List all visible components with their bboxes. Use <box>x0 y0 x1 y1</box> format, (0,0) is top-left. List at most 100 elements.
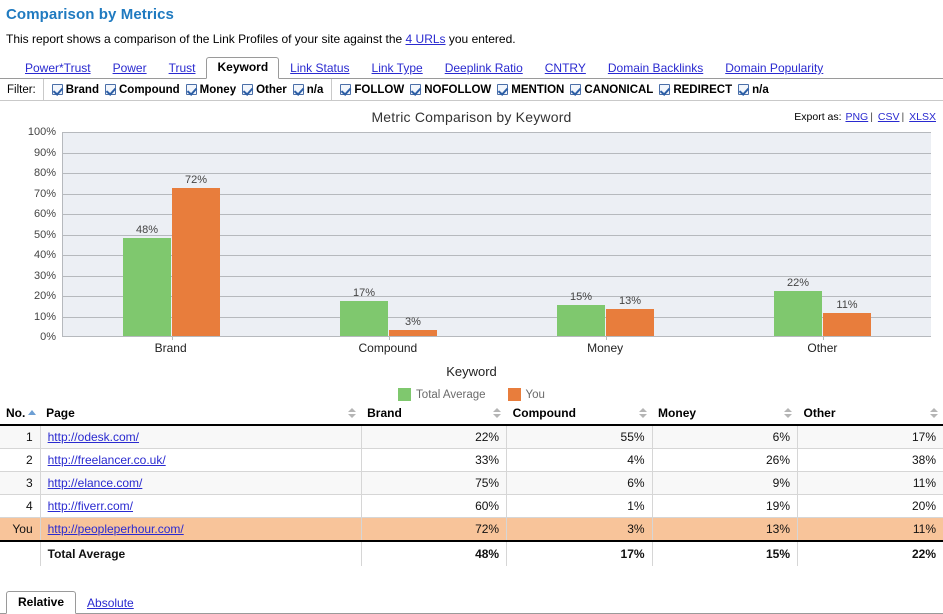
sort-ascending-icon[interactable] <box>28 410 37 415</box>
report-description: This report shows a comparison of the Li… <box>0 23 943 46</box>
checkbox-checked-icon[interactable] <box>497 84 509 95</box>
bar-value-label: 11% <box>836 299 858 312</box>
cell-no: You <box>0 517 41 542</box>
tab-cntry[interactable]: CNTRY <box>534 59 597 79</box>
sort-both-icon[interactable] <box>638 407 647 418</box>
export-xlsx-link[interactable]: XLSX <box>909 111 936 123</box>
bar-group: 48% 72% <box>63 132 280 340</box>
tab-link-type[interactable]: Link Type <box>361 59 434 79</box>
sort-both-icon[interactable] <box>493 407 502 418</box>
bar-total-average[interactable]: 15% <box>557 291 605 336</box>
cell-money: 9% <box>652 471 799 495</box>
bar-total-average[interactable]: 48% <box>123 224 171 336</box>
filter-checkbox-na-keyword[interactable]: n/a <box>292 84 323 96</box>
cell-page[interactable]: http://elance.com/ <box>40 471 362 495</box>
cell-brand: 48% <box>361 540 508 566</box>
filter-checkbox-money[interactable]: Money <box>185 84 236 96</box>
checkbox-checked-icon[interactable] <box>242 84 254 95</box>
filter-label-brand: Brand <box>65 83 99 96</box>
bar-group: 15% 13% <box>497 132 714 340</box>
bar-group: 22% 11% <box>714 132 931 340</box>
y-tick-label: 30% <box>33 269 56 282</box>
cell-page[interactable]: http://fiverr.com/ <box>40 494 362 518</box>
checkbox-checked-icon[interactable] <box>51 84 63 95</box>
tab-power-trust[interactable]: Power*Trust <box>14 59 102 79</box>
y-tick-label: 100% <box>27 126 56 138</box>
cell-page[interactable]: http://peopleperhour.com/ <box>40 517 362 542</box>
column-header-money[interactable]: Money <box>652 401 798 426</box>
checkbox-checked-icon[interactable] <box>738 84 750 95</box>
y-tick-label: 90% <box>33 146 56 159</box>
bar-you[interactable]: 72% <box>172 174 220 336</box>
tab-absolute[interactable]: Absolute <box>76 593 145 614</box>
filter-checkbox-nofollow[interactable]: NOFOLLOW <box>410 84 491 96</box>
bar-total-average[interactable]: 22% <box>774 277 822 336</box>
column-header-no[interactable]: No. <box>0 401 41 426</box>
legend-swatch-icon <box>507 388 521 401</box>
sort-both-icon[interactable] <box>784 407 793 418</box>
cell-compound: 55% <box>506 425 653 449</box>
page-url-link[interactable]: http://odesk.com/ <box>48 430 139 444</box>
bar-pair: 15% 13% <box>497 132 714 336</box>
cell-money: 6% <box>652 425 799 449</box>
sort-both-icon[interactable] <box>929 407 938 418</box>
export-png-link[interactable]: PNG <box>845 111 868 123</box>
checkbox-checked-icon[interactable] <box>570 84 582 95</box>
bar-you[interactable]: 13% <box>606 295 654 336</box>
filter-label-compound: Compound <box>118 83 180 96</box>
filter-checkbox-redirect[interactable]: REDIRECT <box>659 84 732 96</box>
checkbox-checked-icon[interactable] <box>104 84 116 95</box>
urls-count-link[interactable]: 4 URLs <box>406 32 446 46</box>
tab-power[interactable]: Power <box>102 59 158 79</box>
cell-page[interactable]: http://odesk.com/ <box>40 425 362 449</box>
column-header-other[interactable]: Other <box>797 401 943 426</box>
page-url-link[interactable]: http://freelancer.co.uk/ <box>48 453 166 467</box>
page-url-link[interactable]: http://elance.com/ <box>48 476 143 490</box>
bar-pair: 22% 11% <box>714 132 931 336</box>
checkbox-checked-icon[interactable] <box>185 84 197 95</box>
y-tick-label: 0% <box>40 331 56 343</box>
cell-compound: 3% <box>506 517 653 542</box>
filter-checkbox-na-linktype[interactable]: n/a <box>738 84 769 96</box>
checkbox-checked-icon[interactable] <box>659 84 671 95</box>
tab-domain-popularity[interactable]: Domain Popularity <box>714 59 834 79</box>
bar-value-label: 13% <box>618 295 642 308</box>
bar-you[interactable]: 11% <box>823 299 871 336</box>
export-csv-link[interactable]: CSV <box>878 111 900 123</box>
sort-both-icon[interactable] <box>347 407 356 418</box>
tab-domain-backlinks[interactable]: Domain Backlinks <box>597 59 714 79</box>
y-tick-label: 40% <box>33 249 56 261</box>
bar-you[interactable]: 3% <box>389 316 437 336</box>
page-url-link[interactable]: http://peopleperhour.com/ <box>48 522 184 536</box>
bar-value-label: 15% <box>569 291 593 304</box>
column-header-page[interactable]: Page <box>40 401 362 426</box>
bar-value-label: 17% <box>352 287 376 300</box>
filter-checkbox-canonical[interactable]: CANONICAL <box>570 84 653 96</box>
filter-checkbox-brand[interactable]: Brand <box>51 83 99 96</box>
tab-link-status[interactable]: Link Status <box>279 59 360 79</box>
filter-label-nofollow: NOFOLLOW <box>424 83 492 96</box>
filter-checkbox-follow[interactable]: FOLLOW <box>340 84 404 96</box>
filter-checkbox-compound[interactable]: Compound <box>104 83 180 96</box>
tab-relative[interactable]: Relative <box>6 591 77 614</box>
column-header-compound-label: Compound <box>512 406 576 420</box>
column-header-brand[interactable]: Brand <box>361 401 507 426</box>
filter-checkbox-mention[interactable]: MENTION <box>497 84 564 96</box>
cell-brand: 75% <box>361 471 508 495</box>
checkbox-checked-icon[interactable] <box>410 84 422 95</box>
filter-checkbox-other[interactable]: Other <box>242 84 287 96</box>
checkbox-checked-icon[interactable] <box>292 84 304 95</box>
cell-no: 1 <box>0 425 41 449</box>
page-url-link[interactable]: http://fiverr.com/ <box>48 499 133 513</box>
tab-trust[interactable]: Trust <box>158 59 207 79</box>
tab-keyword[interactable]: Keyword <box>206 57 280 79</box>
chart-plot-wrapper: 100% 90% 80% 70% 60% 50% 40% 30% 20% 10% 0% 48% 72%… <box>0 126 943 401</box>
y-tick-label: 50% <box>33 228 56 241</box>
bar-total-average[interactable]: 17% <box>340 287 388 336</box>
cell-page[interactable]: http://freelancer.co.uk/ <box>40 448 362 472</box>
tab-deeplink-ratio[interactable]: Deeplink Ratio <box>434 59 534 79</box>
checkbox-checked-icon[interactable] <box>340 84 352 95</box>
column-header-compound[interactable]: Compound <box>506 401 653 426</box>
y-tick-label: 70% <box>33 187 56 200</box>
y-axis-tick-labels: 100% 90% 80% 70% 60% 50% 40% 30% 20% 10% 0% <box>0 126 60 343</box>
